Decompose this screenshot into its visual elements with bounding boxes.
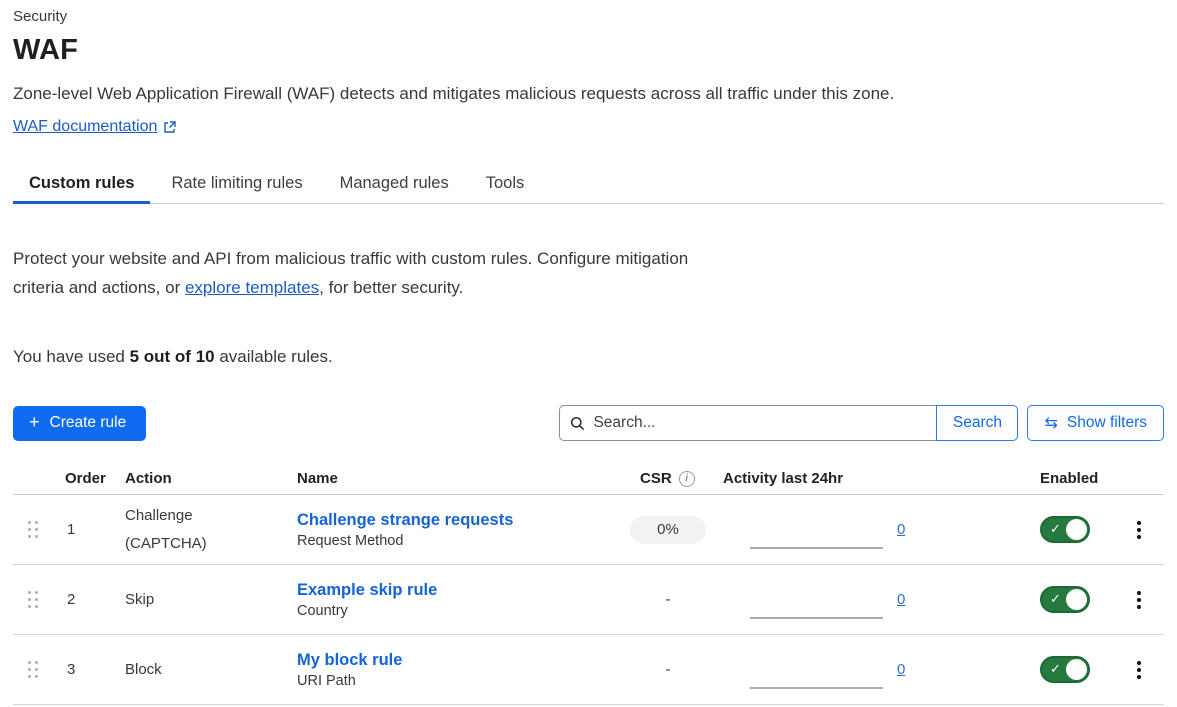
usage-after: available rules. bbox=[215, 347, 333, 366]
page-description: Zone-level Web Application Firewall (WAF… bbox=[13, 84, 1164, 104]
check-icon: ✓ bbox=[1050, 522, 1061, 537]
intro-line2-before: criteria and actions, or bbox=[13, 278, 185, 297]
rule-action: Skip bbox=[113, 586, 297, 614]
page-title: WAF bbox=[13, 34, 1164, 67]
table-row: 2 Skip Example skip rule Country - 0 ✓ bbox=[13, 565, 1164, 635]
breadcrumb-security: Security bbox=[13, 8, 1164, 25]
rule-action: Block bbox=[113, 656, 297, 684]
col-header-action: Action bbox=[113, 470, 297, 487]
explore-templates-link[interactable]: explore templates bbox=[185, 278, 319, 297]
info-icon[interactable]: i bbox=[679, 471, 695, 487]
rule-name-link[interactable]: My block rule bbox=[297, 651, 613, 670]
tab-custom-rules[interactable]: Custom rules bbox=[13, 166, 150, 204]
rule-name-cell: Challenge strange requests Request Metho… bbox=[297, 511, 613, 549]
kebab-menu-icon[interactable] bbox=[1131, 517, 1147, 543]
waf-documentation-link[interactable]: WAF documentation bbox=[13, 118, 157, 136]
rule-action: Challenge (CAPTCHA) bbox=[113, 502, 297, 558]
rules-toolbar: + Create rule Search ⇆ Show filters bbox=[13, 405, 1164, 441]
search-button[interactable]: Search bbox=[936, 405, 1018, 441]
csr-header-label: CSR bbox=[640, 470, 672, 487]
col-header-activity: Activity last 24hr bbox=[723, 470, 1014, 487]
toggle-knob bbox=[1066, 589, 1087, 610]
tab-managed-rules[interactable]: Managed rules bbox=[324, 166, 465, 204]
activity-sparkline bbox=[750, 547, 883, 549]
drag-handle-icon[interactable] bbox=[28, 521, 38, 538]
drag-handle-icon[interactable] bbox=[28, 661, 38, 678]
tab-tools[interactable]: Tools bbox=[470, 166, 541, 204]
search-input[interactable] bbox=[593, 414, 926, 432]
col-header-name: Name bbox=[297, 470, 613, 487]
rule-action-label: Skip bbox=[125, 586, 230, 614]
check-icon: ✓ bbox=[1050, 662, 1061, 677]
csr-cell: - bbox=[613, 591, 723, 608]
show-filters-label: Show filters bbox=[1067, 414, 1147, 432]
activity-count-link[interactable]: 0 bbox=[897, 521, 905, 538]
activity-sparkline bbox=[750, 617, 883, 619]
rule-order: 2 bbox=[53, 591, 113, 608]
drag-handle-icon[interactable] bbox=[28, 591, 38, 608]
waf-page: Security WAF Zone-level Web Application … bbox=[0, 0, 1177, 705]
activity-cell: 0 bbox=[723, 591, 1014, 608]
enabled-cell: ✓ bbox=[1014, 656, 1114, 683]
custom-rules-table: Order Action Name CSR i Activity last 24… bbox=[13, 463, 1164, 705]
external-link-icon bbox=[163, 120, 177, 134]
rule-field: Country bbox=[297, 603, 613, 619]
activity-cell: 0 bbox=[723, 521, 1014, 538]
create-rule-label: Create rule bbox=[50, 414, 127, 432]
rule-action-label: Challenge (CAPTCHA) bbox=[125, 502, 230, 558]
intro-line-1: Protect your website and API from malici… bbox=[13, 244, 1164, 273]
rule-field: URI Path bbox=[297, 673, 613, 689]
show-filters-button[interactable]: ⇆ Show filters bbox=[1027, 405, 1164, 441]
col-header-order: Order bbox=[53, 470, 113, 487]
search-box bbox=[559, 405, 937, 441]
kebab-menu-icon[interactable] bbox=[1131, 587, 1147, 613]
csr-cell: - bbox=[613, 661, 723, 678]
kebab-menu-icon[interactable] bbox=[1131, 657, 1147, 683]
col-header-enabled: Enabled bbox=[1014, 470, 1114, 487]
col-header-csr: CSR i bbox=[613, 470, 723, 487]
usage-before: You have used bbox=[13, 347, 130, 366]
csr-cell: 0% bbox=[613, 516, 723, 544]
search-icon bbox=[570, 416, 585, 431]
activity-sparkline bbox=[750, 687, 883, 689]
enabled-toggle[interactable]: ✓ bbox=[1040, 586, 1090, 613]
usage-count: 5 out of 10 bbox=[130, 347, 215, 366]
table-row: 1 Challenge (CAPTCHA) Challenge strange … bbox=[13, 495, 1164, 565]
rule-name-cell: My block rule URI Path bbox=[297, 651, 613, 689]
waf-tabbar: Custom rules Rate limiting rules Managed… bbox=[13, 166, 1164, 204]
swap-arrows-icon: ⇆ bbox=[1044, 413, 1057, 432]
rule-order: 1 bbox=[53, 521, 113, 538]
rules-usage-text: You have used 5 out of 10 available rule… bbox=[13, 347, 1164, 367]
csr-empty-value: - bbox=[666, 661, 671, 678]
csr-badge: 0% bbox=[630, 516, 706, 544]
intro-line2-after: , for better security. bbox=[319, 278, 463, 297]
tab-rate-limiting-rules[interactable]: Rate limiting rules bbox=[155, 166, 318, 204]
plus-icon: + bbox=[29, 412, 40, 433]
activity-count-link[interactable]: 0 bbox=[897, 591, 905, 608]
csr-empty-value: - bbox=[666, 591, 671, 608]
rule-name-link[interactable]: Challenge strange requests bbox=[297, 511, 613, 530]
enabled-cell: ✓ bbox=[1014, 516, 1114, 543]
rule-name-cell: Example skip rule Country bbox=[297, 581, 613, 619]
check-icon: ✓ bbox=[1050, 592, 1061, 607]
create-rule-button[interactable]: + Create rule bbox=[13, 406, 146, 441]
activity-cell: 0 bbox=[723, 661, 1014, 678]
toggle-knob bbox=[1066, 519, 1087, 540]
rule-action-label: Block bbox=[125, 656, 230, 684]
intro-line-2: criteria and actions, or explore templat… bbox=[13, 273, 1164, 302]
table-row: 3 Block My block rule URI Path - 0 ✓ bbox=[13, 635, 1164, 705]
table-header-row: Order Action Name CSR i Activity last 24… bbox=[13, 463, 1164, 495]
enabled-toggle[interactable]: ✓ bbox=[1040, 656, 1090, 683]
rule-order: 3 bbox=[53, 661, 113, 678]
toggle-knob bbox=[1066, 659, 1087, 680]
enabled-cell: ✓ bbox=[1014, 586, 1114, 613]
activity-count-link[interactable]: 0 bbox=[897, 661, 905, 678]
custom-rules-intro: Protect your website and API from malici… bbox=[13, 244, 1164, 302]
rule-field: Request Method bbox=[297, 533, 613, 549]
rule-name-link[interactable]: Example skip rule bbox=[297, 581, 613, 600]
enabled-toggle[interactable]: ✓ bbox=[1040, 516, 1090, 543]
